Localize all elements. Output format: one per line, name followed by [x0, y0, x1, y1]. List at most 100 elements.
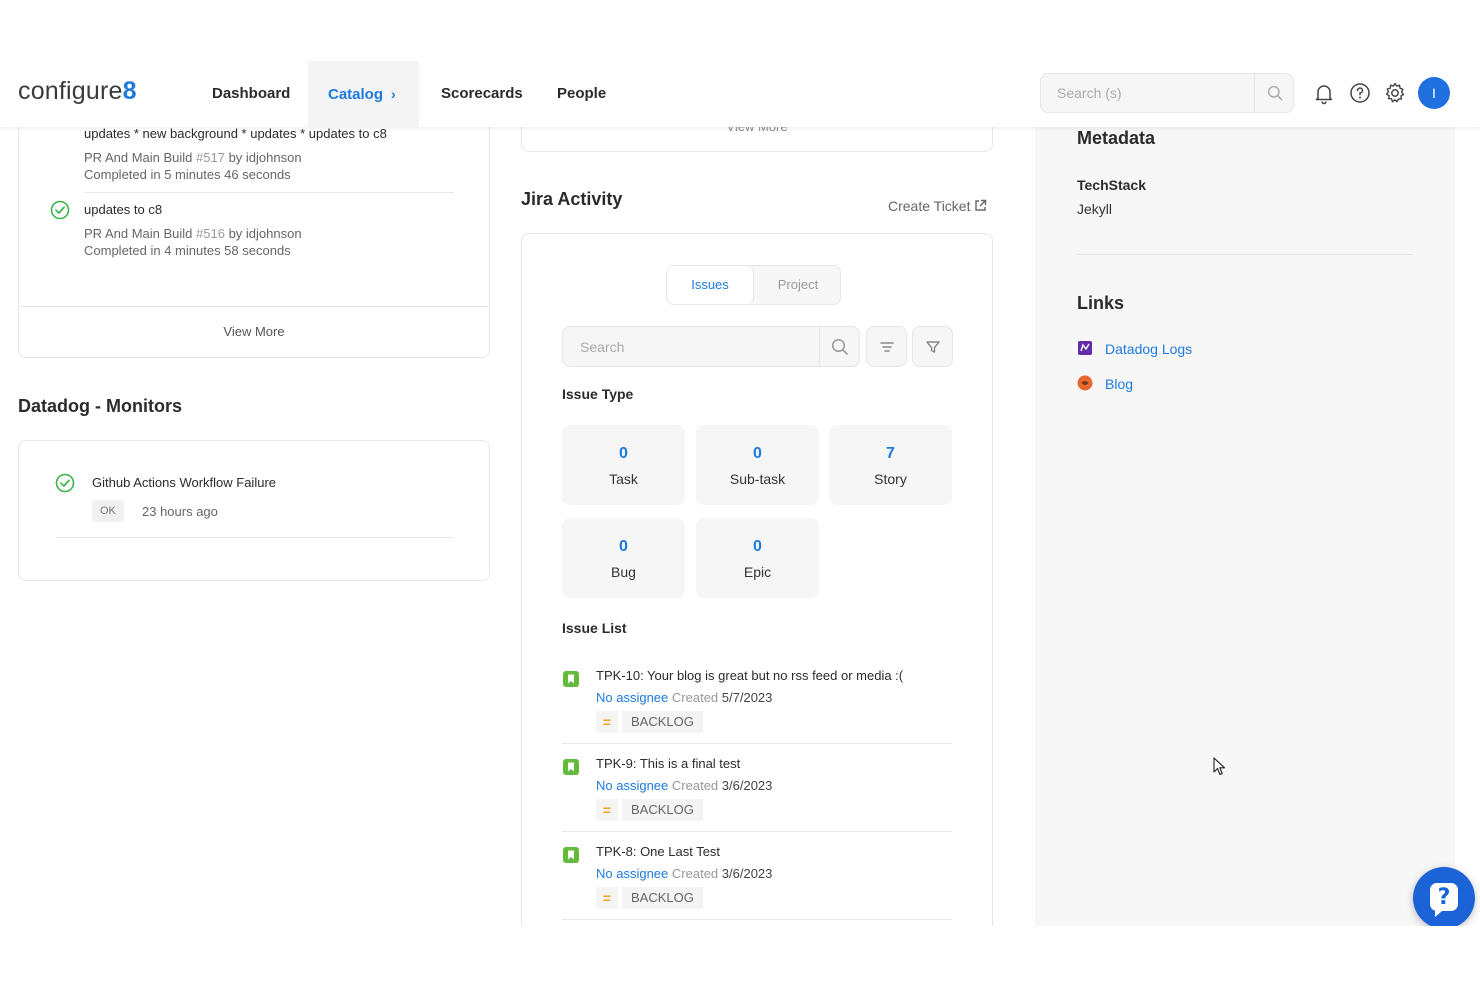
story-icon	[562, 758, 580, 781]
create-ticket-label: Create Ticket	[888, 198, 971, 214]
priority-medium-icon: =	[596, 887, 618, 909]
priority-medium-icon: =	[596, 799, 618, 821]
mouse-cursor-icon	[1213, 757, 1226, 781]
issue-assignee[interactable]: No assignee	[596, 690, 668, 705]
tab-issues[interactable]: Issues	[667, 266, 754, 304]
build-item[interactable]: updates * new background * updates * upd…	[84, 126, 464, 182]
build-duration: Completed in 5 minutes 46 seconds	[84, 167, 291, 182]
success-check-icon	[50, 200, 70, 225]
nav-scorecards[interactable]: Scorecards	[421, 61, 543, 127]
global-search	[1040, 73, 1294, 113]
nav-dashboard[interactable]: Dashboard	[192, 61, 310, 127]
issue-row[interactable]: TPK-10: Your blog is great but no rss fe…	[562, 668, 952, 744]
build-run-link[interactable]: #517	[196, 150, 225, 165]
issue-meta: No assignee Created 5/7/2023	[596, 690, 772, 705]
issue-type-count: 0	[753, 445, 762, 462]
build-item[interactable]: updates to c8 PR And Main Build #516 by …	[84, 202, 464, 258]
help-chat-button[interactable]: ?	[1413, 867, 1475, 926]
issue-status: = BACKLOG	[596, 887, 703, 909]
issue-status: = BACKLOG	[596, 799, 703, 821]
link-label: Blog	[1105, 376, 1134, 392]
issue-title[interactable]: TPK-9: This is a final test	[596, 756, 740, 771]
issue-meta: No assignee Created 3/6/2023	[596, 866, 772, 881]
configure8-logo[interactable]: configure8	[18, 77, 137, 106]
issue-list-heading: Issue List	[562, 620, 627, 636]
bell-icon[interactable]	[1312, 81, 1336, 105]
build-run: PR And Main Build #517 by idjohnson	[84, 150, 464, 165]
issue-type-bug[interactable]: 0 Bug	[562, 518, 685, 598]
issue-row[interactable]: TPK-8: One Last Test No assignee Created…	[562, 844, 952, 920]
filter-button[interactable]	[912, 326, 953, 367]
user-avatar[interactable]: I	[1418, 77, 1450, 109]
issue-type-task[interactable]: 0 Task	[562, 425, 685, 505]
build-run-link[interactable]: #516	[196, 226, 225, 241]
right-panel	[1035, 127, 1455, 926]
issue-title[interactable]: TPK-10: Your blog is great but no rss fe…	[596, 668, 903, 683]
nav-label: Catalog	[328, 86, 384, 103]
build-author: by idjohnson	[228, 226, 302, 241]
viewport: updates * new background * updates * upd…	[0, 0, 1480, 926]
issue-meta: No assignee Created 3/6/2023	[596, 778, 772, 793]
issue-status: = BACKLOG	[596, 711, 703, 733]
jira-search-input[interactable]	[563, 327, 819, 366]
logo-text: configure	[18, 77, 123, 105]
success-check-icon	[55, 473, 75, 498]
issue-type-subtask[interactable]: 0 Sub-task	[696, 425, 819, 505]
monitor-name[interactable]: Github Actions Workflow Failure	[92, 475, 276, 490]
build-pipeline: PR And Main Build	[84, 150, 193, 165]
link-label: Datadog Logs	[1105, 341, 1193, 357]
tab-project[interactable]: Project	[755, 266, 841, 304]
issue-title[interactable]: TPK-8: One Last Test	[596, 844, 720, 859]
issue-date: 3/6/2023	[721, 778, 773, 793]
external-link-icon	[974, 199, 987, 215]
search-separator	[819, 327, 820, 366]
links-title: Links	[1077, 293, 1125, 313]
gear-icon[interactable]	[1383, 81, 1407, 105]
build-title: updates to c8	[84, 202, 163, 217]
chevron-right-icon: ›	[391, 86, 396, 102]
issue-type-count: 0	[753, 538, 762, 555]
issue-type-count: 7	[886, 445, 895, 462]
story-icon	[562, 846, 580, 869]
issue-row[interactable]: TPK-9: This is a final test No assignee …	[562, 756, 952, 832]
issue-type-count: 0	[619, 445, 628, 462]
issue-type-epic[interactable]: 0 Epic	[696, 518, 819, 598]
status-badge: BACKLOG	[622, 887, 703, 909]
sort-button[interactable]	[866, 326, 907, 367]
nav-catalog[interactable]: Catalog ›	[308, 61, 419, 127]
global-search-input[interactable]	[1041, 74, 1255, 112]
status-badge: BACKLOG	[622, 711, 703, 733]
metadata-title: Metadata	[1077, 128, 1156, 148]
build-author: by idjohnson	[228, 150, 302, 165]
issue-type-label: Task	[609, 471, 638, 487]
help-icon[interactable]	[1348, 81, 1372, 105]
issue-date: 5/7/2023	[721, 690, 773, 705]
create-ticket-link[interactable]: Create Ticket	[888, 198, 987, 215]
view-more-button[interactable]: View More	[19, 324, 489, 339]
link-blog[interactable]: Blog	[1077, 375, 1133, 394]
logo-mark: 8	[122, 77, 137, 105]
issue-divider	[562, 919, 952, 920]
issue-divider	[562, 743, 952, 744]
issue-type-count: 0	[619, 538, 628, 555]
issue-created-label: Created	[671, 778, 719, 793]
techstack-value: Jekyll	[1077, 201, 1113, 217]
link-datadog-logs[interactable]: Datadog Logs	[1077, 340, 1192, 359]
build-title: updates * new background * updates * upd…	[84, 126, 387, 141]
build-duration: Completed in 4 minutes 58 seconds	[84, 243, 291, 258]
build-pipeline: PR And Main Build	[84, 226, 193, 241]
issue-type-label: Story	[874, 471, 907, 487]
issue-type-story[interactable]: 7 Story	[829, 425, 952, 505]
build-divider	[84, 192, 454, 193]
status-badge: OK	[92, 500, 124, 522]
issue-assignee[interactable]: No assignee	[596, 778, 668, 793]
page: updates * new background * updates * upd…	[0, 0, 1480, 987]
issue-assignee[interactable]: No assignee	[596, 866, 668, 881]
search-icon[interactable]	[831, 338, 849, 361]
monitors-card: Github Actions Workflow Failure OK 23 ho…	[18, 440, 490, 581]
search-icon[interactable]	[1267, 85, 1283, 106]
chat-help-icon: ?	[1413, 883, 1475, 926]
nav-people[interactable]: People	[537, 61, 626, 127]
sidebar-divider	[1077, 254, 1413, 255]
svg-text:?: ?	[1438, 885, 1451, 910]
